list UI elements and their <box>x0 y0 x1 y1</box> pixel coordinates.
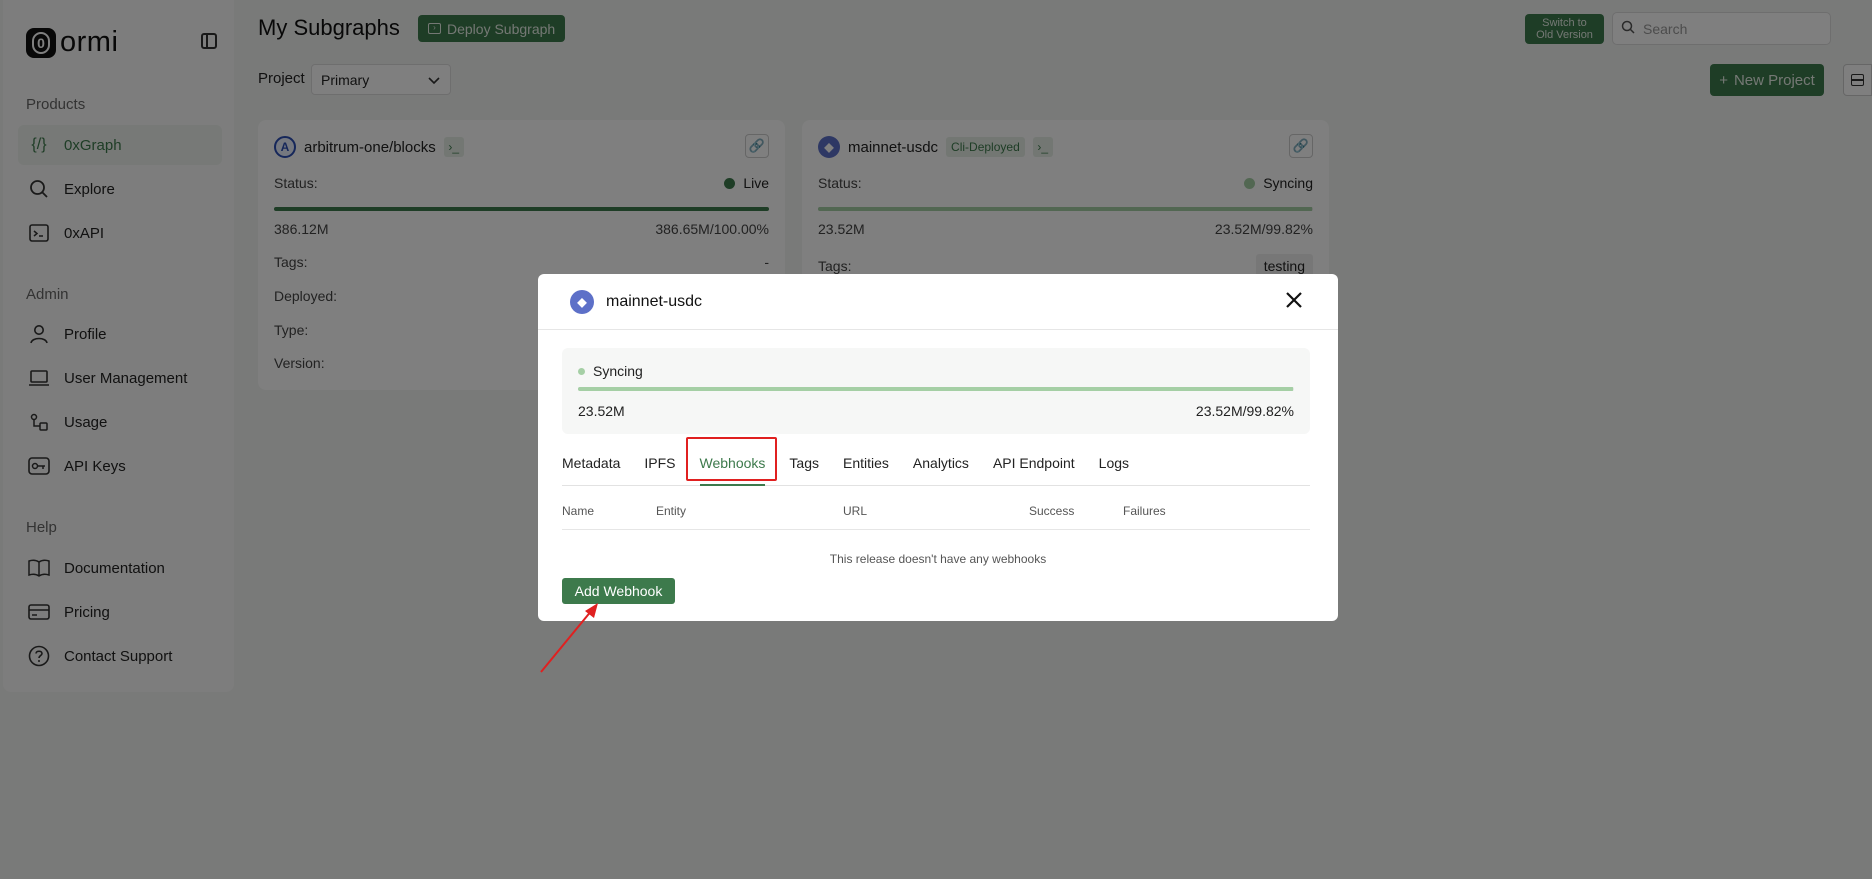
column-header-entity: Entity <box>656 504 687 518</box>
status-dot <box>578 367 585 375</box>
webhooks-table-header: Name Entity URL Success Failures <box>562 504 1310 530</box>
column-header-failures: Failures <box>1123 504 1166 518</box>
annotation-arrow-icon <box>540 603 598 673</box>
modal-header: ◆ mainnet-usdc <box>538 274 1338 330</box>
close-icon[interactable] <box>1282 289 1306 313</box>
sync-status-label: Syncing <box>593 363 643 379</box>
tab-api-endpoint[interactable]: API Endpoint <box>993 440 1075 486</box>
sync-status-panel: Syncing 23.52M 23.52M/99.82% <box>562 348 1310 434</box>
sync-status: Syncing <box>578 363 643 379</box>
column-header-url: URL <box>843 504 868 518</box>
tab-tags[interactable]: Tags <box>789 440 819 486</box>
tab-ipfs[interactable]: IPFS <box>644 440 675 486</box>
tab-entities[interactable]: Entities <box>843 440 889 486</box>
column-header-success: Success <box>1029 504 1075 518</box>
annotation-highlight-box <box>686 437 777 481</box>
column-header-name: Name <box>562 504 595 518</box>
empty-state-message: This release doesn't have any webhooks <box>829 552 1047 566</box>
tab-analytics[interactable]: Analytics <box>913 440 969 486</box>
current-block: 23.52M <box>578 403 625 419</box>
progress-fill <box>578 387 1293 391</box>
tab-logs[interactable]: Logs <box>1099 440 1129 486</box>
modal-tabs: Metadata IPFS Webhooks Tags Entities Ana… <box>562 440 1310 486</box>
sync-progress-bar <box>578 387 1294 391</box>
subgraph-details-modal: ◆ mainnet-usdc Syncing 23.52M 23.52M/99.… <box>538 274 1338 621</box>
ethereum-icon: ◆ <box>570 289 594 314</box>
sync-numbers: 23.52M 23.52M/99.82% <box>578 403 1294 419</box>
modal-title: mainnet-usdc <box>606 292 703 310</box>
tab-metadata[interactable]: Metadata <box>562 440 620 486</box>
block-progress: 23.52M/99.82% <box>1195 403 1294 419</box>
